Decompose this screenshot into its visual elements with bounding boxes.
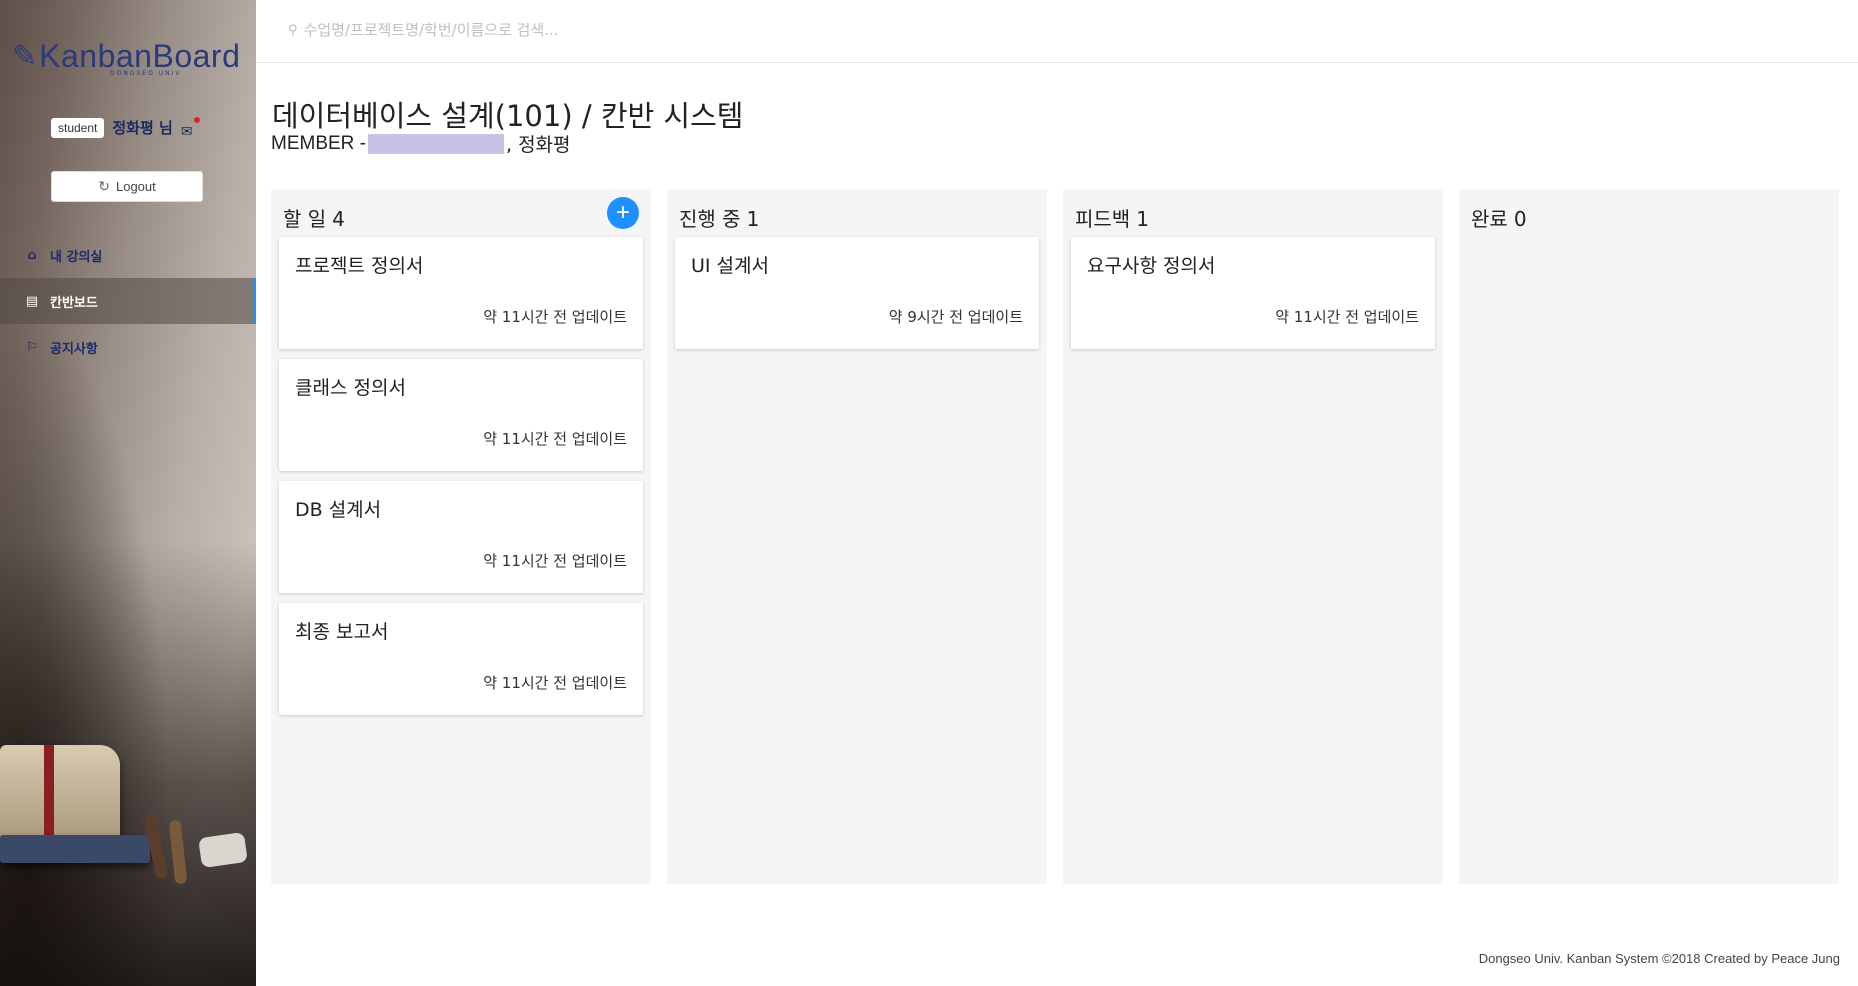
- kanban-card[interactable]: DB 설계서 약 11시간 전 업데이트: [279, 481, 643, 593]
- logo-subtext: DONGSEO UNIV: [110, 70, 182, 77]
- sidebar-item-label: 칸반보드: [50, 295, 98, 311]
- add-card-button[interactable]: +: [607, 197, 639, 229]
- page-title: 데이터베이스 설계(101) / 칸반 시스템: [272, 99, 744, 133]
- role-badge: student: [51, 117, 105, 138]
- user-info: student 정화평 님 ✉: [51, 116, 200, 139]
- card-title: 클래스 정의서: [295, 377, 406, 399]
- column-feedback: 피드백 1 요구사항 정의서 약 11시간 전 업데이트: [1063, 189, 1443, 884]
- card-updated-time: 약 11시간 전 업데이트: [483, 552, 627, 570]
- sidebar-item-label: 내 강의실: [50, 249, 103, 265]
- column-count: 1: [746, 207, 760, 231]
- sidebar: ✎ KanbanBoard DONGSEO UNIV student 정화평 님…: [0, 0, 256, 986]
- mail-icon: ✉: [180, 123, 193, 140]
- background-book-image: [0, 745, 120, 845]
- logout-icon: ↻: [98, 178, 110, 194]
- home-icon: ⌂: [27, 247, 37, 263]
- card-title: 최종 보고서: [295, 621, 389, 643]
- column-in-progress: 진행 중1 UI 설계서 약 9시간 전 업데이트: [667, 189, 1047, 884]
- search-bar: ⚲: [288, 20, 906, 40]
- sidebar-item-label: 공지사항: [50, 341, 98, 357]
- column-header: 완료 0: [1467, 197, 1831, 237]
- search-icon: ⚲: [288, 22, 298, 38]
- member-list: MEMBER - , 정화평: [271, 130, 571, 157]
- kanban-board: 할 일4 + 프로젝트 정의서 약 11시간 전 업데이트 클래스 정의서 약 …: [271, 189, 1839, 884]
- kanban-card[interactable]: UI 설계서 약 9시간 전 업데이트: [675, 237, 1039, 349]
- logout-label: Logout: [115, 179, 156, 194]
- card-updated-time: 약 11시간 전 업데이트: [483, 430, 627, 448]
- member-visible-name: , 정화평: [506, 134, 571, 156]
- plus-icon: +: [615, 199, 630, 226]
- logout-button[interactable]: ↻ Logout: [51, 171, 203, 202]
- background-book-image-2: [0, 835, 150, 863]
- kanban-card[interactable]: 클래스 정의서 약 11시간 전 업데이트: [279, 359, 643, 471]
- card-updated-time: 약 9시간 전 업데이트: [888, 308, 1023, 326]
- kanban-card[interactable]: 최종 보고서 약 11시간 전 업데이트: [279, 603, 643, 715]
- column-header: 피드백 1: [1071, 197, 1435, 237]
- column-header: 진행 중1: [675, 197, 1039, 237]
- redacted-member-names: [368, 133, 504, 154]
- flag-icon: ⚐: [26, 339, 38, 355]
- column-count: 4: [332, 207, 345, 231]
- background-eraser-image: [198, 831, 248, 869]
- card-title: UI 설계서: [691, 255, 769, 277]
- message-button[interactable]: ✉: [181, 116, 200, 139]
- column-header: 할 일4: [279, 197, 643, 237]
- search-input[interactable]: [301, 20, 906, 40]
- column-title: 완료: [1471, 207, 1508, 231]
- column-count: 0: [1513, 207, 1527, 231]
- kanban-card[interactable]: 프로젝트 정의서 약 11시간 전 업데이트: [279, 237, 643, 349]
- card-updated-time: 약 11시간 전 업데이트: [483, 308, 627, 326]
- column-title: 진행 중: [679, 207, 741, 231]
- kanban-logo-icon: ✎: [12, 40, 38, 73]
- user-name: 정화평 님: [112, 119, 173, 137]
- column-title: 피드백: [1075, 207, 1131, 231]
- sidebar-nav: ⌂ 내 강의실 ▤ 칸반보드 ⚐ 공지사항: [0, 232, 256, 370]
- column-done: 완료 0: [1459, 189, 1839, 884]
- card-title: 요구사항 정의서: [1087, 255, 1216, 277]
- member-label: MEMBER -: [271, 132, 366, 154]
- column-title: 할 일: [283, 207, 327, 231]
- kanban-card[interactable]: 요구사항 정의서 약 11시간 전 업데이트: [1071, 237, 1435, 349]
- column-count: 1: [1136, 207, 1149, 231]
- card-title: 프로젝트 정의서: [295, 255, 424, 277]
- card-updated-time: 약 11시간 전 업데이트: [483, 674, 627, 692]
- book-strap: [44, 745, 54, 845]
- notification-dot: [193, 116, 200, 123]
- sidebar-item-kanban-board[interactable]: ▤ 칸반보드: [0, 278, 256, 324]
- sidebar-item-my-classroom[interactable]: ⌂ 내 강의실: [0, 232, 256, 278]
- card-title: DB 설계서: [295, 499, 382, 521]
- column-todo: 할 일4 + 프로젝트 정의서 약 11시간 전 업데이트 클래스 정의서 약 …: [271, 189, 651, 884]
- card-updated-time: 약 11시간 전 업데이트: [1275, 308, 1419, 326]
- board-icon: ▤: [25, 293, 39, 309]
- top-bar: ⚲: [256, 0, 1858, 63]
- sidebar-item-notices[interactable]: ⚐ 공지사항: [0, 324, 256, 370]
- footer-text: Dongseo Univ. Kanban System ©2018 Create…: [1478, 951, 1840, 966]
